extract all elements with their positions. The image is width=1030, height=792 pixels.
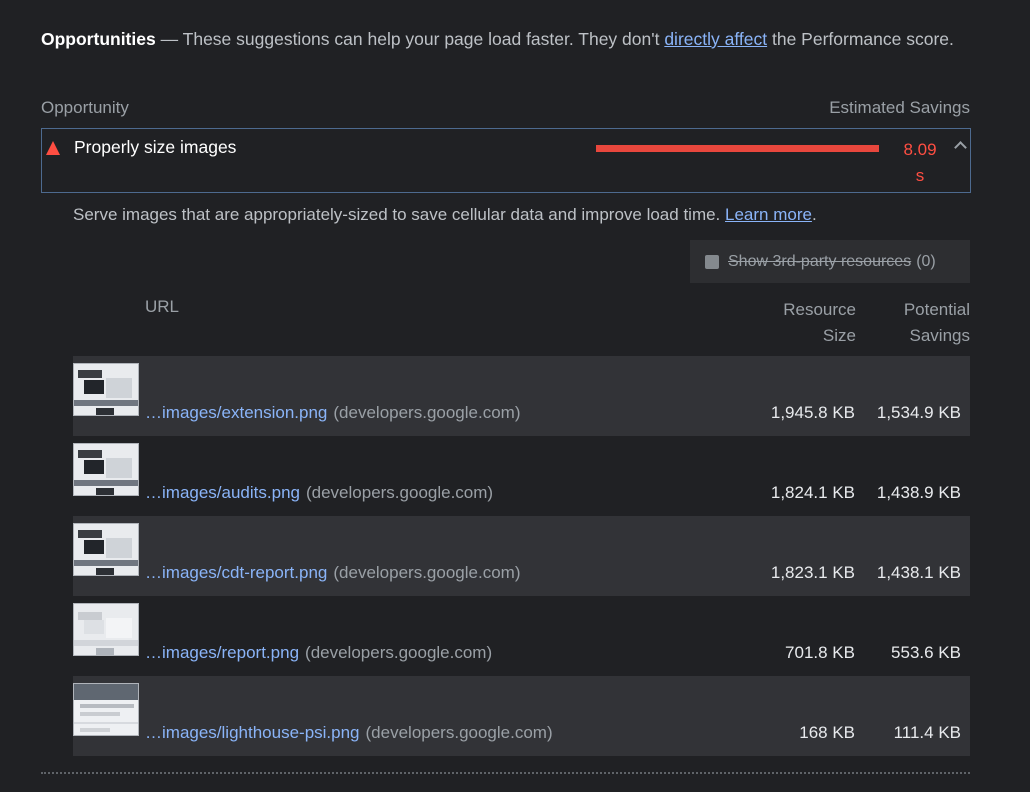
resource-size-header-line2: Size [822,326,856,345]
opportunities-description-end: the Performance score. [771,29,954,49]
image-thumbnail [73,363,139,416]
directly-affect-link[interactable]: directly affect [664,29,767,49]
url-host: (developers.google.com) [305,483,494,502]
third-party-checkbox[interactable] [705,254,719,269]
potential-savings-header-line2: Savings [909,326,970,345]
resource-size-cell: 701.8 KB [785,643,855,662]
opportunities-header: Opportunities — These suggestions can he… [41,26,971,52]
third-party-filter-label: Show 3rd-party resources [728,252,912,270]
resource-size-column-header: Resource Size [740,297,856,349]
header-dash: — [160,29,179,49]
url-path[interactable]: …images/extension.png [145,403,327,422]
potential-savings-header-line1: Potential [903,300,970,319]
potential-savings-cell: 1,534.9 KB [876,403,961,422]
estimated-savings-column-label: Estimated Savings [829,98,970,117]
url-host: (developers.google.com) [305,643,493,662]
savings-sparkline-bar [596,145,879,152]
table-row: …images/report.png (developers.google.com… [73,596,970,676]
resource-url[interactable]: …images/report.png (developers.google.com… [145,643,492,663]
opportunity-column-label: Opportunity [41,98,129,117]
opportunities-title: Opportunities [41,29,156,49]
audit-title: Properly size images [74,137,237,157]
resource-url[interactable]: …images/cdt-report.png (developers.google… [145,563,520,583]
savings-unit: s [915,166,925,185]
potential-savings-cell: 1,438.1 KB [876,563,961,582]
image-thumbnail [73,683,139,736]
table-row: …images/lighthouse-psi.png (developers.go… [73,676,970,756]
url-path[interactable]: …images/cdt-report.png [145,563,327,582]
potential-savings-cell: 111.4 KB [893,723,961,742]
url-path[interactable]: …images/audits.png [145,483,300,502]
image-thumbnail [73,443,139,496]
url-host: (developers.google.com) [365,723,553,742]
resource-size-cell: 1,823.1 KB [770,563,855,582]
resource-size-cell: 168 KB [799,723,855,742]
table-row: …images/cdt-report.png (developers.google… [73,516,970,596]
table-row: …images/extension.png (developers.google.… [73,356,970,436]
url-host: (developers.google.com) [333,563,521,582]
savings-value: 8.09 s [898,137,942,189]
third-party-filter[interactable]: Show 3rd-party resources (0) [690,240,970,283]
learn-more-link[interactable]: Learn more [725,205,812,224]
potential-savings-cell: 1,438.9 KB [876,483,961,502]
audit-description: Serve images that are appropriately-size… [73,205,817,225]
fail-triangle-icon [46,141,60,155]
column-labels: Opportunity Estimated Savings [41,98,970,118]
url-path[interactable]: …images/report.png [145,643,299,662]
resource-url[interactable]: …images/lighthouse-psi.png (developers.go… [145,723,553,743]
description-period: . [811,205,817,224]
third-party-count: (0) [916,252,936,270]
potential-savings-cell: 553.6 KB [891,643,961,662]
table-row: …images/audits.png (developers.google.com… [73,436,970,516]
resource-url[interactable]: …images/audits.png (developers.google.com… [145,483,493,503]
potential-savings-column-header: Potential Savings [862,297,970,349]
url-host: (developers.google.com) [333,403,521,422]
image-thumbnail [73,523,139,576]
resource-url[interactable]: …images/extension.png (developers.google.… [145,403,521,423]
resource-size-cell: 1,945.8 KB [770,403,855,422]
url-path[interactable]: …images/lighthouse-psi.png [145,723,360,742]
section-divider [41,772,970,774]
resource-size-header-line1: Resource [783,300,856,319]
image-thumbnail [73,603,139,656]
audit-description-text: Serve images that are appropriately-size… [73,205,721,224]
url-column-header: URL [145,297,180,316]
resource-size-cell: 1,824.1 KB [770,483,855,502]
chevron-up-icon[interactable] [954,141,967,154]
savings-number: 8.09 [903,140,937,159]
lighthouse-report-section: Opportunities — These suggestions can he… [0,0,1030,792]
opportunities-description: These suggestions can help your page loa… [182,29,660,49]
properly-size-images-audit[interactable]: Properly size images 8.09 s [41,128,971,193]
